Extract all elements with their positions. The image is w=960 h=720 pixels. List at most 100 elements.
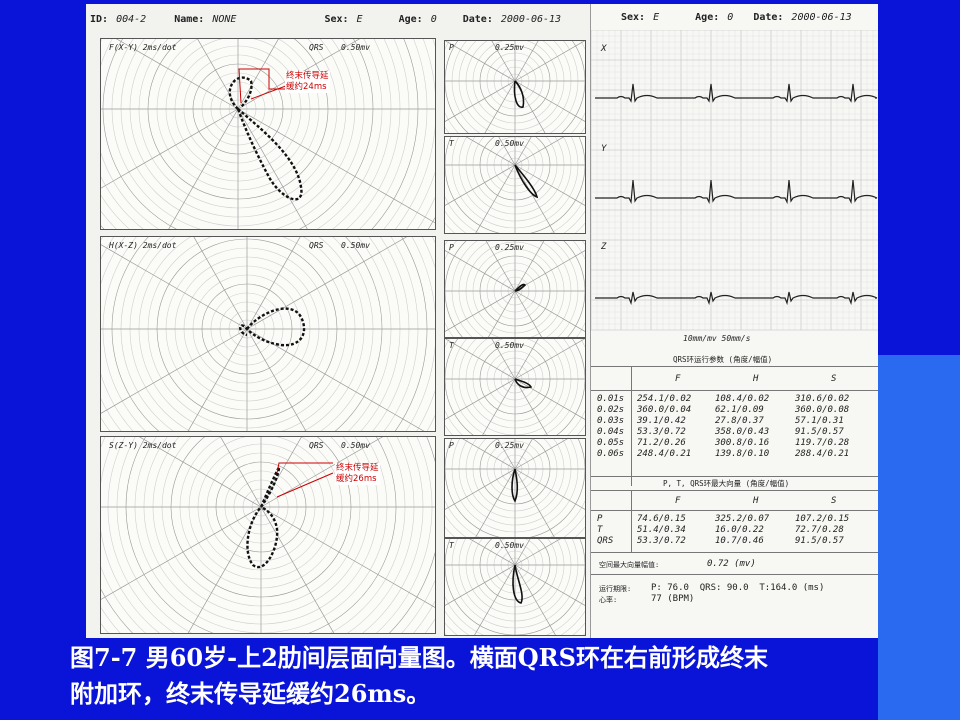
qrs-table-row-3-f: 39.1/0.42: [637, 416, 686, 426]
p-loop-horizontal: [514, 283, 527, 292]
qrs-table-row-5-h: 300.8/0.16: [715, 438, 770, 448]
qrs-col-s: S: [831, 374, 837, 384]
qrs-table-title: QRS环运行参数 (角度/幅值): [673, 355, 773, 364]
qrs-col-h: H: [753, 374, 759, 384]
vector-table-row-3-f: 53.3/0.72: [637, 536, 686, 546]
qrs-col-divider: [631, 366, 632, 486]
frontal-plane-panel: F(X-Y) 2ms/dot QRS 0.50mv 终末传导延 缓约24ms: [100, 38, 436, 230]
horizontal-title: H(X-Z) 2ms/dot: [109, 241, 177, 250]
sagittal-scale-value: 0.50mv: [341, 441, 370, 450]
qrs-table-row-6-f: 248.4/0.21: [637, 449, 692, 459]
ecg-trace-z: [595, 291, 878, 306]
ecg-traces: [595, 83, 878, 306]
vector-title-rule: [591, 490, 878, 491]
right-sex-value: E: [653, 12, 660, 23]
small-panel-2-label: T: [449, 139, 454, 148]
horizontal-scale-value: 0.50mv: [341, 241, 370, 250]
report-header: ID: 004-2 Name: NONE Sex: E Age: 0 Date: 2000…: [90, 14, 561, 25]
summary-rule: [591, 552, 878, 553]
age-value: 0: [430, 14, 437, 25]
small-panel-1: P 0.25mv: [444, 40, 586, 134]
small-panel-4-value: 0.50mv: [495, 341, 524, 350]
qrs-table-row-1-f: 254.1/0.02: [637, 394, 692, 404]
vector-table-rule: [591, 476, 878, 477]
small-panel-5: P 0.25mv: [444, 438, 586, 538]
small-panel-5-value: 0.25mv: [495, 441, 524, 450]
right-date-label: Date:: [753, 12, 784, 23]
sagittal-annotation-line2: 缓约26ms: [336, 474, 377, 484]
sagittal-annotation: 终末传导延 缓约26ms: [335, 463, 380, 485]
qrs-table-row-5-t: 0.05s: [597, 438, 625, 448]
small-panel-2-value: 0.50mv: [495, 139, 524, 148]
right-header: Sex: E Age: 0 Date: 2000-06-13: [621, 12, 852, 23]
small-panel-6-label: T: [449, 541, 454, 550]
right-sex-label: Sex:: [621, 12, 646, 23]
vector-col-s: S: [831, 496, 837, 506]
right-date-value: 2000-06-13: [791, 12, 852, 23]
vector-table-row-3-h: 10.7/0.46: [715, 536, 764, 546]
date-value: 2000-06-13: [500, 14, 562, 25]
small-panel-4-label: T: [449, 341, 454, 350]
small-panel-3-value: 0.25mv: [495, 243, 524, 252]
qrs-table-row-4-h: 358.0/0.43: [715, 427, 770, 437]
qrs-table-row-6-h: 139.8/0.10: [715, 449, 770, 459]
frontal-title: F(X-Y) 2ms/dot: [109, 43, 177, 52]
horizontal-plane-panel: H(X-Z) 2ms/dot QRS 0.50mv: [100, 236, 436, 432]
qrs-table-row-3-h: 27.8/0.37: [715, 416, 764, 426]
sagittal-annotation-line1: 终末传导延: [336, 463, 379, 473]
vector-table-row-1-h: 325.2/0.07: [715, 514, 770, 524]
t-loop-sagittal: [512, 564, 523, 604]
small-panel-2: T 0.50mv: [444, 136, 586, 234]
frontal-qrs-loop: [228, 68, 303, 201]
t-loop-frontal: [514, 164, 539, 199]
max-amp-label: 空间最大向量幅值:: [599, 561, 660, 569]
left-background: [0, 0, 86, 638]
heart-rate-label: 心率:: [599, 596, 618, 604]
small-panel-1-value: 0.25mv: [495, 43, 524, 52]
qrs-table-row-3-s: 57.1/0.31: [795, 416, 844, 426]
vector-header-rule: [591, 510, 878, 511]
vector-table-row-3-t: QRS: [597, 536, 614, 546]
qrs-table-row-1-h: 108.4/0.02: [715, 394, 770, 404]
caption-line-1: 图7-7 男60岁-上2肋间层面向量图。横面QRS环在右前形成终末: [70, 643, 768, 672]
id-value: 004-2: [116, 14, 147, 25]
sagittal-plane-panel: S(Z-Y) 2ms/dot QRS 0.50mv 终末传导延 缓约26ms: [100, 436, 436, 634]
vector-table-row-2-t: T: [597, 525, 603, 535]
interval-label: 运行期限:: [599, 585, 632, 593]
qrs-table-row-2-s: 360.0/0.08: [795, 405, 850, 415]
figure-caption: 图7-7 男60岁-上2肋间层面向量图。横面QRS环在右前形成终末 附加环，终末…: [70, 640, 950, 712]
date-label: Date:: [462, 14, 493, 25]
frontal-annotation-line2: 缓约24ms: [286, 82, 327, 92]
interval-value: P: 76.0 QRS: 90.0 T:164.0 (ms): [651, 583, 825, 593]
sagittal-scale-label: QRS: [309, 441, 324, 450]
heart-rate-value: 77 (BPM): [651, 594, 695, 604]
small-panel-1-label: P: [449, 43, 454, 52]
scanned-vcg-report: ID: 004-2 Name: NONE Sex: E Age: 0 Date: 2000…: [86, 4, 878, 638]
vector-table-row-1-f: 74.6/0.15: [637, 514, 686, 524]
qrs-table-row-5-s: 119.7/0.28: [795, 438, 850, 448]
caption-line-2: 附加环，终末传导延缓约26ms。: [70, 679, 431, 708]
horizontal-qrs-loop: [239, 307, 306, 347]
name-value: NONE: [212, 14, 237, 25]
p-loop-frontal: [513, 80, 525, 108]
age-label: Age:: [398, 14, 423, 25]
vector-table-row-1-s: 107.2/0.15: [795, 514, 850, 524]
qrs-table-row-4-s: 91.5/0.57: [795, 427, 844, 437]
id-label: ID:: [90, 14, 109, 25]
right-age-label: Age:: [695, 12, 720, 23]
qrs-table-row-6-s: 288.4/0.21: [795, 449, 850, 459]
vector-table-row-2-h: 16.0/0.22: [715, 525, 764, 535]
qrs-table-row-6-t: 0.06s: [597, 449, 625, 459]
frontal-annotation: 终末传导延 缓约24ms: [285, 71, 330, 93]
summary-rule-2: [591, 574, 878, 575]
horizontal-scale-label: QRS: [309, 241, 324, 250]
qrs-table-row-4-t: 0.04s: [597, 427, 625, 437]
qrs-table-row-2-h: 62.1/0.09: [715, 405, 764, 415]
sagittal-title: S(Z-Y) 2ms/dot: [109, 441, 177, 450]
qrs-col-f: F: [675, 374, 681, 384]
sex-value: E: [356, 14, 363, 25]
ecg-trace-x: [595, 83, 878, 103]
right-report-page: Sex: E Age: 0 Date: 2000-06-13 X Y Z 10mm/m…: [590, 4, 878, 638]
right-age-value: 0: [727, 12, 734, 23]
small-panel-6: T 0.50mv: [444, 538, 586, 636]
